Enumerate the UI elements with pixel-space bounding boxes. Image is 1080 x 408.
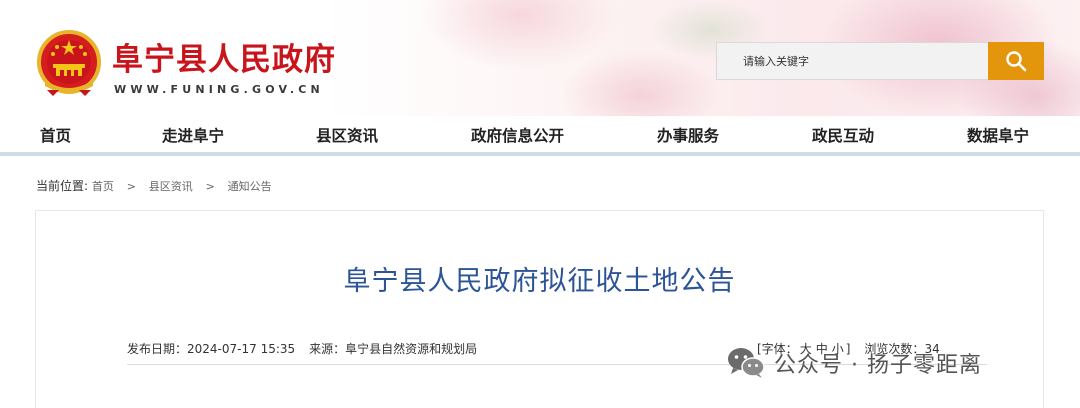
nav-item-services[interactable]: 办事服务 [657, 124, 719, 146]
article-meta: 发布日期：2024-07-17 15:35 来源：阜宁县自然资源和规划局 [127, 340, 477, 357]
source-label: 来源： [309, 342, 346, 356]
search-input[interactable] [716, 42, 988, 80]
nav-item-gov-info[interactable]: 政府信息公开 [471, 124, 564, 146]
nav-item-about-funing[interactable]: 走进阜宁 [162, 124, 224, 146]
watermark: 公众号 · 扬子零距离 [726, 343, 982, 383]
breadcrumb: 当前位置: 首页 > 县区资讯 > 通知公告 [36, 177, 272, 194]
breadcrumb-separator: > [126, 180, 136, 193]
watermark-prefix: 公众号 [774, 353, 844, 378]
watermark-dot: · [851, 353, 860, 378]
national-emblem-logo[interactable] [37, 30, 101, 98]
breadcrumb-item-home[interactable]: 首页 [92, 180, 114, 193]
site-header: 阜宁县人民政府 WWW.FUNING.GOV.CN [0, 0, 1080, 116]
nav-item-interaction[interactable]: 政民互动 [812, 124, 874, 146]
article-title: 阜宁县人民政府拟征收土地公告 [343, 266, 736, 297]
publish-date-label: 发布日期： [127, 342, 188, 356]
watermark-name: 扬子零距离 [867, 353, 983, 378]
publish-date: 2024-07-17 15:35 [187, 342, 296, 356]
nav-item-home[interactable]: 首页 [40, 124, 71, 146]
site-name[interactable]: 阜宁县人民政府 [112, 34, 336, 79]
source: 阜宁县自然资源和规划局 [345, 342, 478, 356]
search-icon [1006, 51, 1027, 72]
search-button[interactable] [988, 42, 1044, 80]
nav-item-county-news[interactable]: 县区资讯 [316, 124, 378, 146]
breadcrumb-item-notices[interactable]: 通知公告 [228, 180, 272, 193]
background-flower [560, 50, 720, 116]
main-nav: 首页 走进阜宁 县区资讯 政府信息公开 办事服务 政民互动 数据阜宁 [0, 116, 1080, 156]
breadcrumb-separator: > [205, 180, 215, 193]
site-url: WWW.FUNING.GOV.CN [114, 83, 324, 96]
nav-item-data-funing[interactable]: 数据阜宁 [967, 124, 1029, 146]
search-bar [716, 42, 1044, 80]
wechat-icon [728, 348, 765, 378]
breadcrumb-prefix: 当前位置: [36, 179, 89, 193]
breadcrumb-item-county-news[interactable]: 县区资讯 [149, 180, 193, 193]
